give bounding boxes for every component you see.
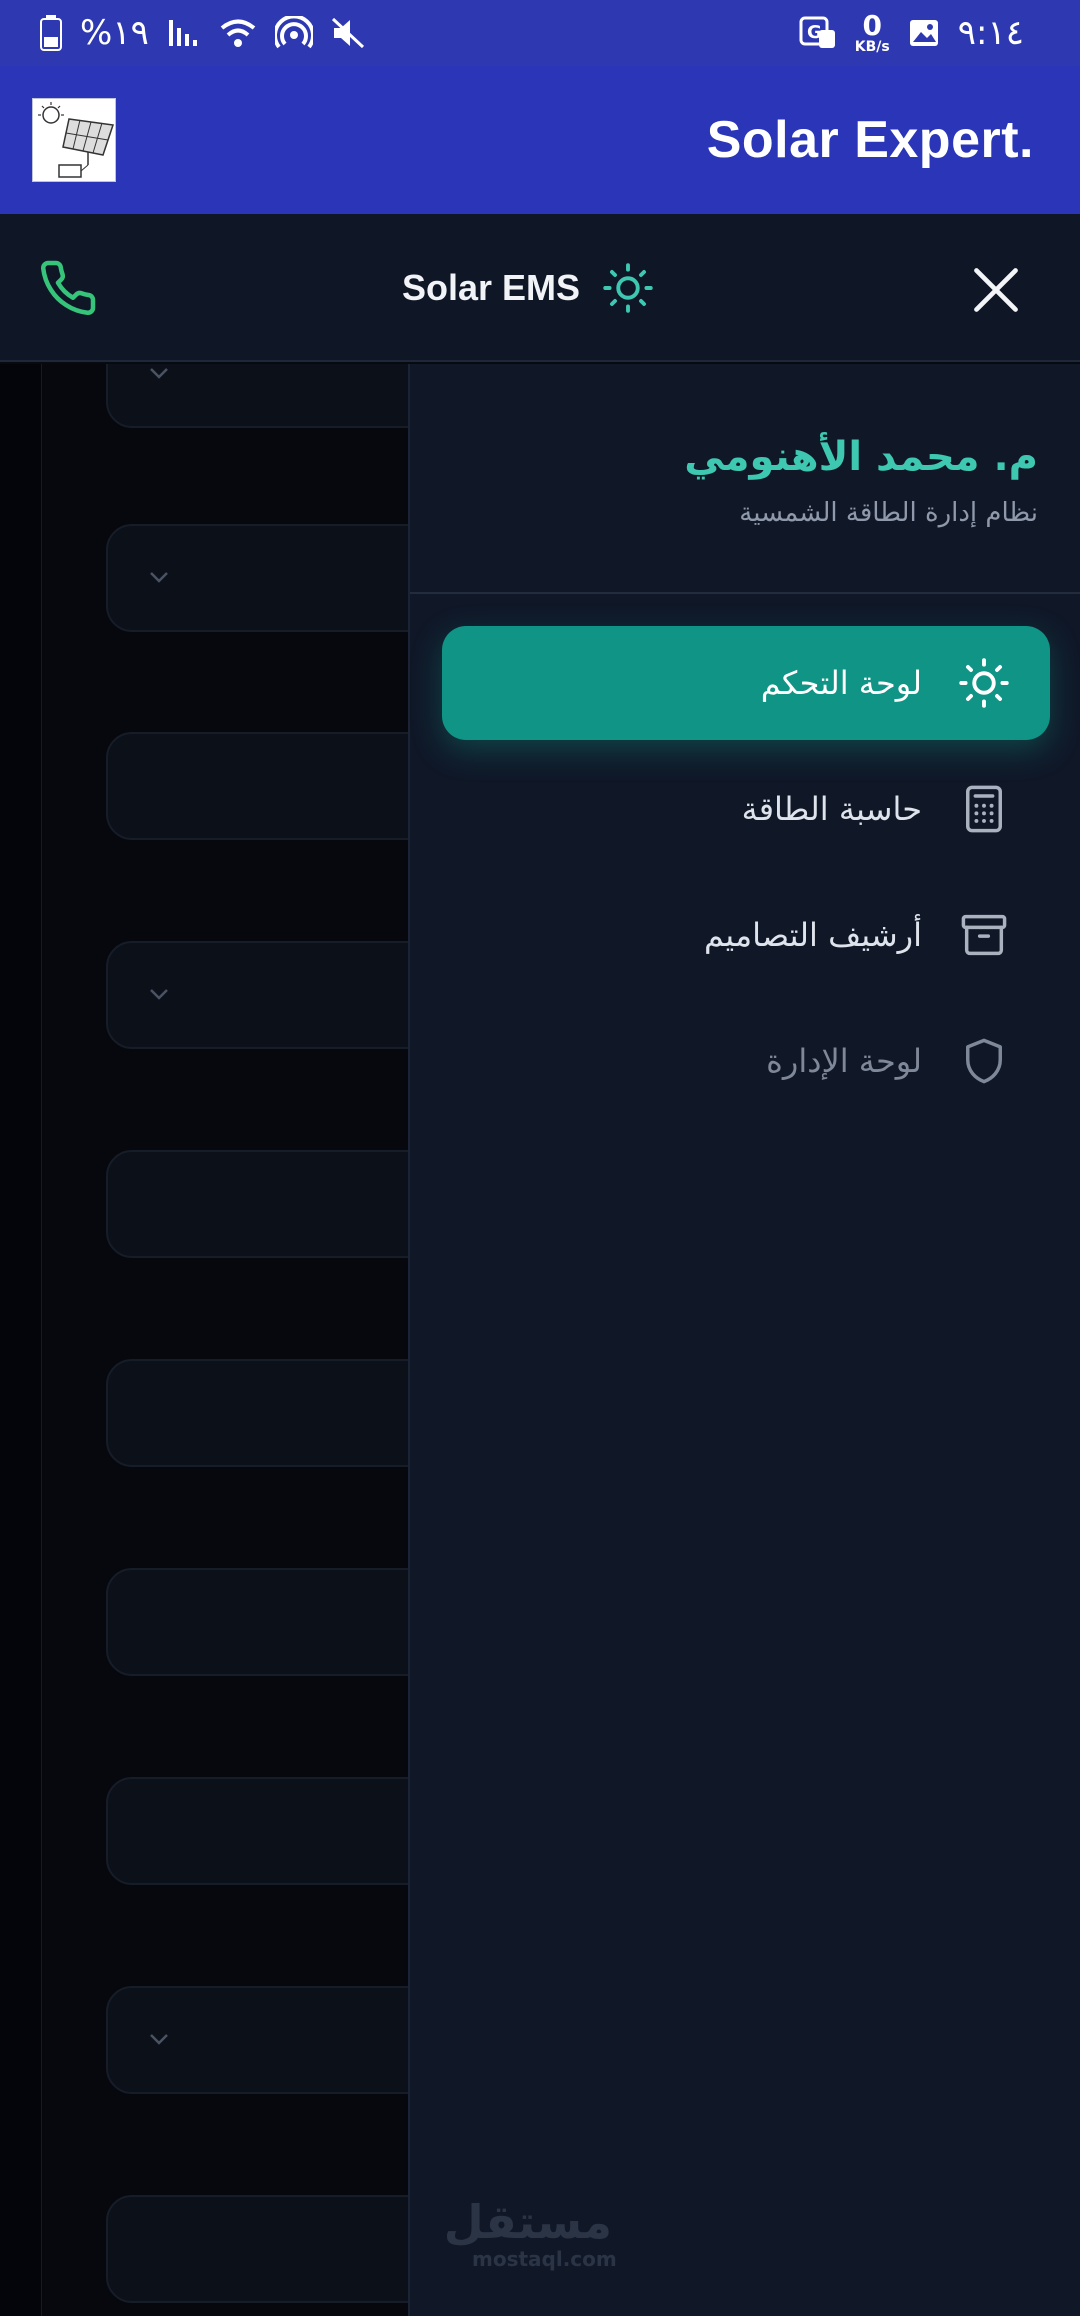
calculator-icon <box>958 783 1010 835</box>
background-card <box>106 1150 410 1258</box>
nav-item-dashboard[interactable]: لوحة التحكم <box>442 626 1050 740</box>
archive-icon <box>958 909 1010 961</box>
nav-item-energy-calculator[interactable]: حاسبة الطاقة <box>442 752 1050 866</box>
app-logo <box>32 98 116 182</box>
signal-icon <box>167 18 201 48</box>
chevron-down-icon <box>150 989 168 1000</box>
nav-item-admin-panel[interactable]: لوحة الإدارة <box>442 1004 1050 1118</box>
background-card <box>106 2195 410 2303</box>
translate-icon: G <box>799 16 837 50</box>
profile: م. محمد الأهنومي نظام إدارة الطاقة الشمس… <box>684 434 1038 528</box>
watermark-arabic: مستقل <box>443 2195 612 2249</box>
sun-icon <box>602 262 654 314</box>
nav-item-design-archive[interactable]: أرشيف التصاميم <box>442 878 1050 992</box>
watermark-logo: مستقل mostaql.com <box>443 2195 617 2271</box>
background-card <box>106 364 410 428</box>
status-bar: %١٩ G 0 KB/s ٩:١٤ <box>0 0 1080 66</box>
background-rail <box>0 364 42 2316</box>
background-card <box>106 1359 410 1467</box>
close-button[interactable] <box>970 264 1022 316</box>
divider <box>410 592 1080 594</box>
phone-button[interactable] <box>38 258 98 318</box>
network-speed: 0 KB/s <box>854 9 890 55</box>
background-content <box>0 364 410 2316</box>
status-bar-right: G 0 KB/s ٩:١٤ <box>799 12 1024 54</box>
chevron-down-icon <box>150 572 168 583</box>
profile-subtitle: نظام إدارة الطاقة الشمسية <box>739 498 1038 528</box>
drawer-nav: لوحة التحكم حاسبة الطاقة أرشيف التصاميم … <box>442 626 1050 1130</box>
hotspot-icon <box>274 16 313 50</box>
nav-item-label: حاسبة الطاقة <box>741 790 922 828</box>
chevron-down-icon <box>150 368 168 379</box>
close-icon <box>974 268 1018 312</box>
battery-icon <box>40 15 62 51</box>
status-bar-left: %١٩ <box>40 13 365 53</box>
background-card <box>106 524 410 632</box>
app-title: Solar Expert. <box>706 111 1034 169</box>
chevron-down-icon <box>150 2034 168 2045</box>
nav-item-label: أرشيف التصاميم <box>704 916 922 954</box>
brand: Solar EMS <box>402 260 654 316</box>
background-card <box>106 1777 410 1885</box>
solar-panel-icon <box>38 102 114 178</box>
wifi-icon <box>219 18 257 48</box>
brand-name: Solar EMS <box>402 267 581 308</box>
background-card <box>106 941 410 1049</box>
navigation-drawer: م. محمد الأهنومي نظام إدارة الطاقة الشمس… <box>408 364 1080 2316</box>
battery-level: %١٩ <box>80 13 149 53</box>
sun-icon <box>958 657 1010 709</box>
network-speed-unit: KB/s <box>854 39 890 55</box>
background-card <box>106 732 410 840</box>
image-icon <box>908 18 940 48</box>
header: Solar EMS <box>0 214 1080 362</box>
mute-icon <box>331 17 365 49</box>
nav-item-label: لوحة الإدارة <box>766 1042 922 1080</box>
app-bar: Solar Expert. <box>0 66 1080 214</box>
profile-name: م. محمد الأهنومي <box>684 434 1038 480</box>
phone-icon <box>41 260 96 315</box>
background-card <box>106 1568 410 1676</box>
background-card <box>106 1986 410 2094</box>
network-speed-value: 0 <box>862 9 882 42</box>
shield-icon <box>958 1035 1010 1087</box>
nav-item-label: لوحة التحكم <box>760 664 922 702</box>
watermark-latin: mostaql.com <box>472 2247 617 2271</box>
clock: ٩:١٤ <box>957 13 1024 53</box>
